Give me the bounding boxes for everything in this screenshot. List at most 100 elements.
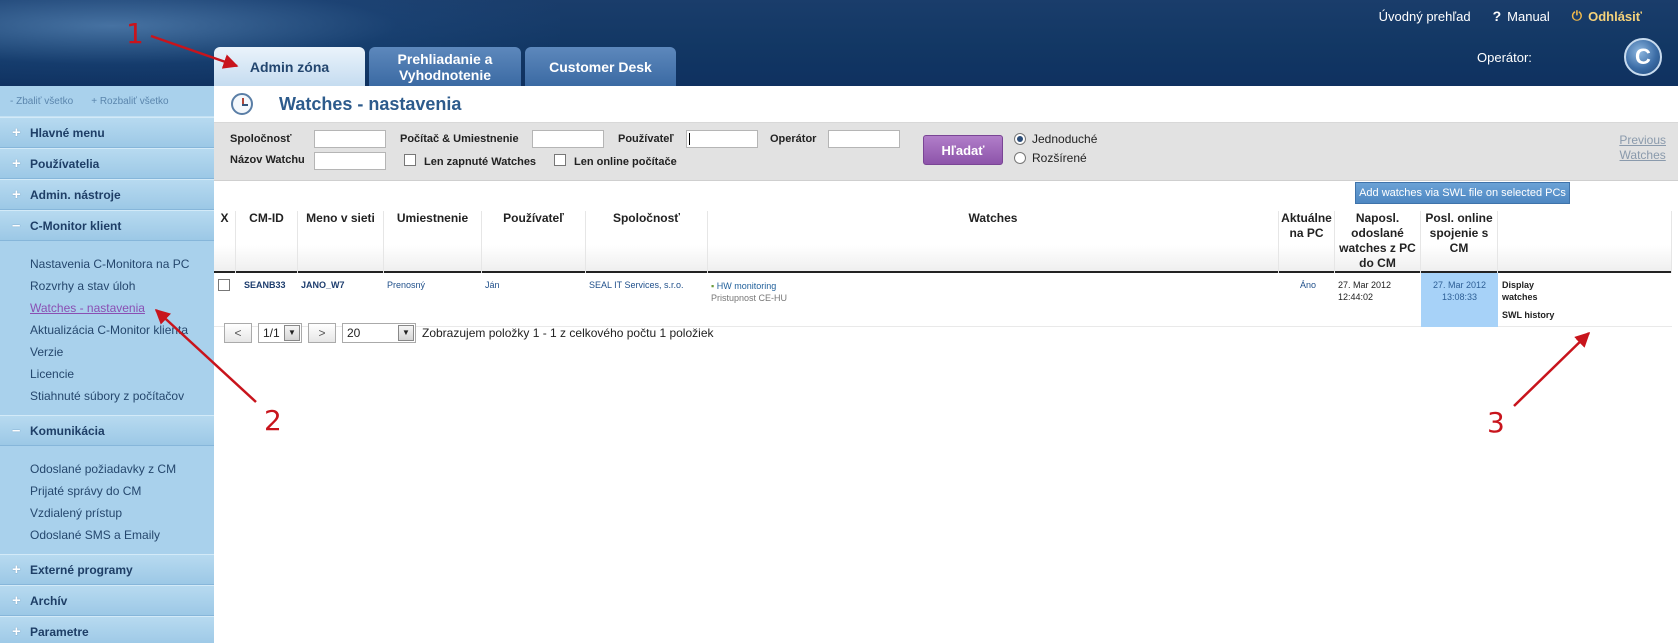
sidebar-item-schedules[interactable]: Rozvrhy a stav úloh bbox=[30, 275, 214, 297]
tab-admin-zone[interactable]: Admin zóna bbox=[214, 47, 365, 86]
page-title: Watches - nastavenia bbox=[279, 93, 462, 114]
watches-table: X CM-ID Meno v sieti Umiestnenie Používa… bbox=[214, 206, 1672, 327]
collapse-expand-row: - Zbaliť všetko + Rozbaliť všetko bbox=[0, 86, 214, 117]
expand-all-link[interactable]: + Rozbaliť všetko bbox=[91, 96, 168, 107]
sidebar-section-communication[interactable]: – Komunikácia bbox=[0, 415, 214, 446]
pager: < 1/1 ▼ > 20 ▼ Zobrazujem položky 1 - 1 z … bbox=[224, 323, 714, 343]
pc-location-input[interactable] bbox=[532, 130, 604, 148]
add-swl-button[interactable]: Add watches via SWL file on selected PCs bbox=[1355, 182, 1570, 204]
sidebar-section-parameters[interactable]: + Parametre bbox=[0, 616, 214, 643]
col-location[interactable]: Umiestnenie bbox=[384, 211, 482, 273]
sidebar-section-users[interactable]: + Používatelia bbox=[0, 148, 214, 179]
c-monitor-logo: C bbox=[1624, 38, 1662, 76]
col-watches[interactable]: Watches bbox=[708, 211, 1279, 273]
app-header: Úvodný prehľad ? Manual ⏻ Odhlásiť Operáto… bbox=[0, 0, 1678, 86]
cell-user: Ján bbox=[485, 280, 500, 290]
sidebar-item-sent-requests[interactable]: Odoslané požiadavky z CM bbox=[30, 458, 214, 480]
only-enabled-checkbox[interactable] bbox=[404, 154, 416, 166]
sidebar-section-admin-tools[interactable]: + Admin. nástroje bbox=[0, 179, 214, 210]
operator-input[interactable] bbox=[828, 130, 900, 148]
watch-link[interactable]: ▪ HW monitoring bbox=[711, 280, 787, 292]
search-button[interactable]: Hľadať bbox=[923, 135, 1003, 165]
col-user[interactable]: Používateľ bbox=[482, 211, 586, 273]
cell-location: Prenosný bbox=[387, 280, 426, 290]
company-label: Spoločnosť bbox=[230, 133, 292, 145]
col-network-name[interactable]: Meno v sieti bbox=[298, 211, 384, 273]
col-cm-id[interactable]: CM-ID bbox=[236, 211, 298, 273]
sidebar-section-external-programs[interactable]: + Externé programy bbox=[0, 554, 214, 585]
mode-simple-label: Jednoduché bbox=[1032, 132, 1098, 146]
sidebar-item-sent-sms-emails[interactable]: Odoslané SMS a Emaily bbox=[30, 524, 214, 546]
mode-simple-radio[interactable] bbox=[1014, 133, 1026, 145]
sidebar-item-downloaded-files[interactable]: Stiahnuté súbory z počítačov bbox=[30, 385, 214, 407]
prev-page-button[interactable]: < bbox=[224, 323, 252, 343]
cell-current-on-pc: Áno bbox=[1300, 280, 1317, 290]
sidebar-item-remote-access[interactable]: Vzdialený prístup bbox=[30, 502, 214, 524]
operator-label: Operátor: bbox=[1477, 50, 1532, 65]
watch-name-input[interactable] bbox=[314, 152, 386, 170]
sidebar-section-c-monitor-client[interactable]: – C-Monitor klient bbox=[0, 210, 214, 241]
cell-last-sent: 27. Mar 2012 12:44:02 bbox=[1338, 280, 1392, 302]
help-icon: ? bbox=[1492, 8, 1502, 24]
plus-icon: + bbox=[12, 592, 21, 609]
c-monitor-client-items: Nastavenia C-Monitora na PC Rozvrhy a st… bbox=[0, 241, 214, 415]
chevron-down-icon: ▼ bbox=[398, 325, 414, 341]
user-label: Používateľ bbox=[618, 133, 674, 145]
communication-items: Odoslané požiadavky z CM Prijaté správy … bbox=[0, 446, 214, 554]
col-last-sent[interactable]: Naposl. odoslané watches z PC do CM bbox=[1335, 211, 1421, 273]
watch-detail: Pristupnost CE-HU bbox=[711, 293, 788, 303]
only-enabled-label: Len zapnuté Watches bbox=[424, 156, 537, 168]
only-online-label: Len online počítače bbox=[574, 156, 677, 168]
cell-last-online: 27. Mar 2012 13:08:33 bbox=[1432, 280, 1487, 302]
mode-extended-radio[interactable] bbox=[1014, 152, 1026, 164]
sidebar-section-main-menu[interactable]: + Hlavné menu bbox=[0, 117, 214, 148]
tab-customer-desk[interactable]: Customer Desk bbox=[525, 47, 676, 86]
top-links: Úvodný prehľad ? Manual ⏻ Odhlásiť bbox=[1379, 8, 1642, 24]
display-watches-link[interactable]: Display watches bbox=[1502, 279, 1538, 303]
filter-panel: Spoločnosť Počítač & Umiestnenie Používa… bbox=[214, 123, 1678, 181]
next-page-button[interactable]: > bbox=[308, 323, 336, 343]
sidebar-item-versions[interactable]: Verzie bbox=[30, 341, 214, 363]
col-last-online[interactable]: Posl. online spojenie s CM bbox=[1421, 211, 1498, 273]
page-size-select[interactable]: 20 ▼ bbox=[342, 323, 416, 343]
swl-history-link[interactable]: SWL history bbox=[1502, 309, 1554, 321]
row-select-checkbox[interactable] bbox=[218, 279, 230, 291]
title-bar: Watches - nastavenia bbox=[214, 86, 1678, 123]
pc-location-label: Počítač & Umiestnenie bbox=[400, 133, 519, 145]
cell-cm-id[interactable]: SEANB33 bbox=[244, 279, 286, 291]
manual-link[interactable]: ? Manual bbox=[1493, 8, 1550, 24]
annotation-number-3: 3 bbox=[1487, 406, 1505, 439]
clock-icon bbox=[231, 93, 253, 115]
chevron-down-icon: ▼ bbox=[284, 325, 300, 341]
power-icon: ⏻ bbox=[1571, 8, 1583, 23]
table-header: X CM-ID Meno v sieti Umiestnenie Používa… bbox=[214, 206, 1672, 273]
cell-network-name[interactable]: JANO_W7 bbox=[301, 279, 345, 291]
sidebar-item-licenses[interactable]: Licencie bbox=[30, 363, 214, 385]
watch-name-label: Názov Watchu bbox=[230, 154, 305, 166]
logout-link[interactable]: ⏻ Odhlásiť bbox=[1572, 8, 1642, 24]
col-company[interactable]: Spoločnosť bbox=[586, 211, 708, 273]
only-online-checkbox[interactable] bbox=[554, 154, 566, 166]
main-content: Watches - nastavenia Spoločnosť Počítač … bbox=[214, 86, 1678, 643]
overview-link[interactable]: Úvodný prehľad bbox=[1379, 9, 1471, 24]
main-tabs: Admin zóna Prehliadanie a Vyhodnotenie C… bbox=[214, 47, 676, 86]
cell-watches: ▪ HW monitoring Pristupnost CE-HU bbox=[711, 280, 787, 304]
previous-watches-link[interactable]: Previous Watches bbox=[1619, 133, 1666, 163]
col-actions bbox=[1498, 211, 1672, 273]
user-input[interactable] bbox=[686, 130, 758, 148]
col-select: X bbox=[214, 211, 236, 273]
sidebar-item-watches-settings[interactable]: Watches - nastavenia bbox=[30, 297, 214, 319]
company-input[interactable] bbox=[314, 130, 386, 148]
sidebar: - Zbaliť všetko + Rozbaliť všetko + Hlavn… bbox=[0, 86, 214, 643]
sidebar-item-received-messages[interactable]: Prijaté správy do CM bbox=[30, 480, 214, 502]
minus-icon: – bbox=[12, 217, 21, 234]
tab-browse-evaluate[interactable]: Prehliadanie a Vyhodnotenie bbox=[369, 47, 521, 86]
collapse-all-link[interactable]: - Zbaliť všetko bbox=[10, 96, 73, 107]
sidebar-section-archive[interactable]: + Archív bbox=[0, 585, 214, 616]
sidebar-item-cm-update[interactable]: Aktualizácia C-Monitor klienta bbox=[30, 319, 214, 341]
plus-icon: + bbox=[12, 623, 21, 640]
plus-icon: + bbox=[12, 124, 21, 141]
col-current-on-pc[interactable]: Aktuálne na PC bbox=[1279, 211, 1335, 273]
sidebar-item-cm-settings[interactable]: Nastavenia C-Monitora na PC bbox=[30, 253, 214, 275]
page-select[interactable]: 1/1 ▼ bbox=[258, 323, 302, 343]
